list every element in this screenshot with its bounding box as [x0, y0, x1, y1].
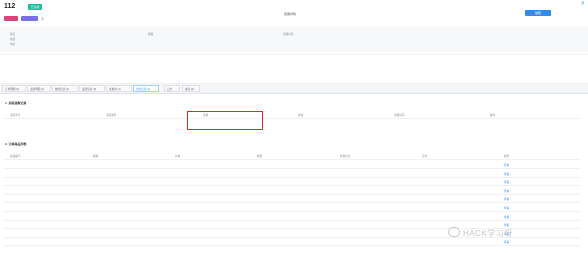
row-action-link[interactable]: 查看 — [504, 172, 509, 176]
row-divider — [4, 202, 580, 204]
info-panel: 姓名 电话 地址 邮箱 创建时间 — [0, 27, 588, 52]
info-label-3: 地址 — [10, 43, 16, 46]
col-header: 商品编号 — [10, 155, 21, 158]
edit-button[interactable]: 编辑 — [525, 10, 551, 16]
row-divider — [4, 193, 580, 195]
row-action-link[interactable]: 查看 — [504, 197, 509, 201]
info-right-label: 创建时间 — [283, 33, 294, 36]
search-icon[interactable]: ⌕ — [581, 0, 588, 7]
row-action-link[interactable]: 查看 — [504, 180, 509, 184]
row-divider — [4, 168, 580, 169]
info-label-2: 电话 — [10, 38, 16, 41]
col-header: 创建时间 — [394, 114, 405, 117]
row-divider — [4, 219, 580, 221]
watermark-text: HACK学习呀 — [463, 229, 513, 238]
status-badge: 已完成 — [28, 4, 42, 10]
page-title: 112 — [4, 3, 16, 10]
row-divider — [4, 118, 580, 119]
col-header: 数量 — [257, 155, 263, 158]
highlight-box — [187, 111, 263, 130]
row-action-link[interactable]: 查看 — [504, 215, 509, 219]
tab-refund-details[interactable]: 退款明细 (1) — [27, 85, 51, 92]
row-action-link[interactable]: 查看 — [504, 163, 509, 167]
row-divider — [4, 176, 580, 178]
view-details-link[interactable]: 查看详情 — [284, 12, 296, 16]
row-action-link[interactable]: 查看 — [504, 240, 509, 244]
tab-order-details[interactable]: 订单明细 (1) — [2, 85, 26, 92]
tab-logs[interactable]: 日志 — [164, 85, 180, 92]
info-label-1: 姓名 — [10, 33, 16, 36]
tab-payment-records[interactable]: 支付记录 (1) — [133, 85, 159, 92]
row-divider — [4, 159, 580, 160]
row-action-link[interactable]: 查看 — [504, 206, 509, 210]
info-middle-label: 邮箱 — [148, 33, 154, 36]
col-header: 退款单号 — [10, 114, 21, 117]
middle-area — [0, 54, 588, 84]
row-action-link[interactable]: 查看 — [504, 223, 509, 227]
row-divider — [4, 245, 580, 247]
tab-notes[interactable]: 备注 (0) — [182, 85, 200, 92]
col-header: 状态 — [298, 114, 304, 117]
col-header: 操作 — [504, 155, 510, 158]
col-header: 退款类型 — [106, 114, 117, 117]
col-header: 规格 — [93, 155, 99, 158]
col-header: 优惠信息 — [340, 155, 351, 158]
col-header: 价格 — [175, 155, 181, 158]
col-header: 实付 — [422, 155, 428, 158]
tag-purple — [21, 16, 38, 21]
row-divider — [4, 185, 580, 187]
col-header: 操作 — [490, 114, 496, 117]
tab-coupons[interactable]: 优惠券 (1) — [106, 85, 132, 92]
tab-bar: 订单明细 (1) 退款明细 (1) 物流信息 (1) 发票信息 (0) 优惠券 … — [0, 84, 588, 94]
section-items-title: 2. 订单商品列表 — [5, 142, 27, 146]
tab-invoice[interactable]: 发票信息 (0) — [79, 85, 105, 92]
wechat-icon — [448, 227, 460, 237]
section-refund-title: 1. 关联退款记录 — [5, 101, 27, 105]
row-action-link[interactable]: 查看 — [504, 189, 509, 193]
tag-pink — [4, 16, 18, 21]
tab-logistics[interactable]: 物流信息 (1) — [52, 85, 78, 92]
tag-gray: 无 — [41, 17, 45, 21]
row-divider — [4, 211, 580, 212]
